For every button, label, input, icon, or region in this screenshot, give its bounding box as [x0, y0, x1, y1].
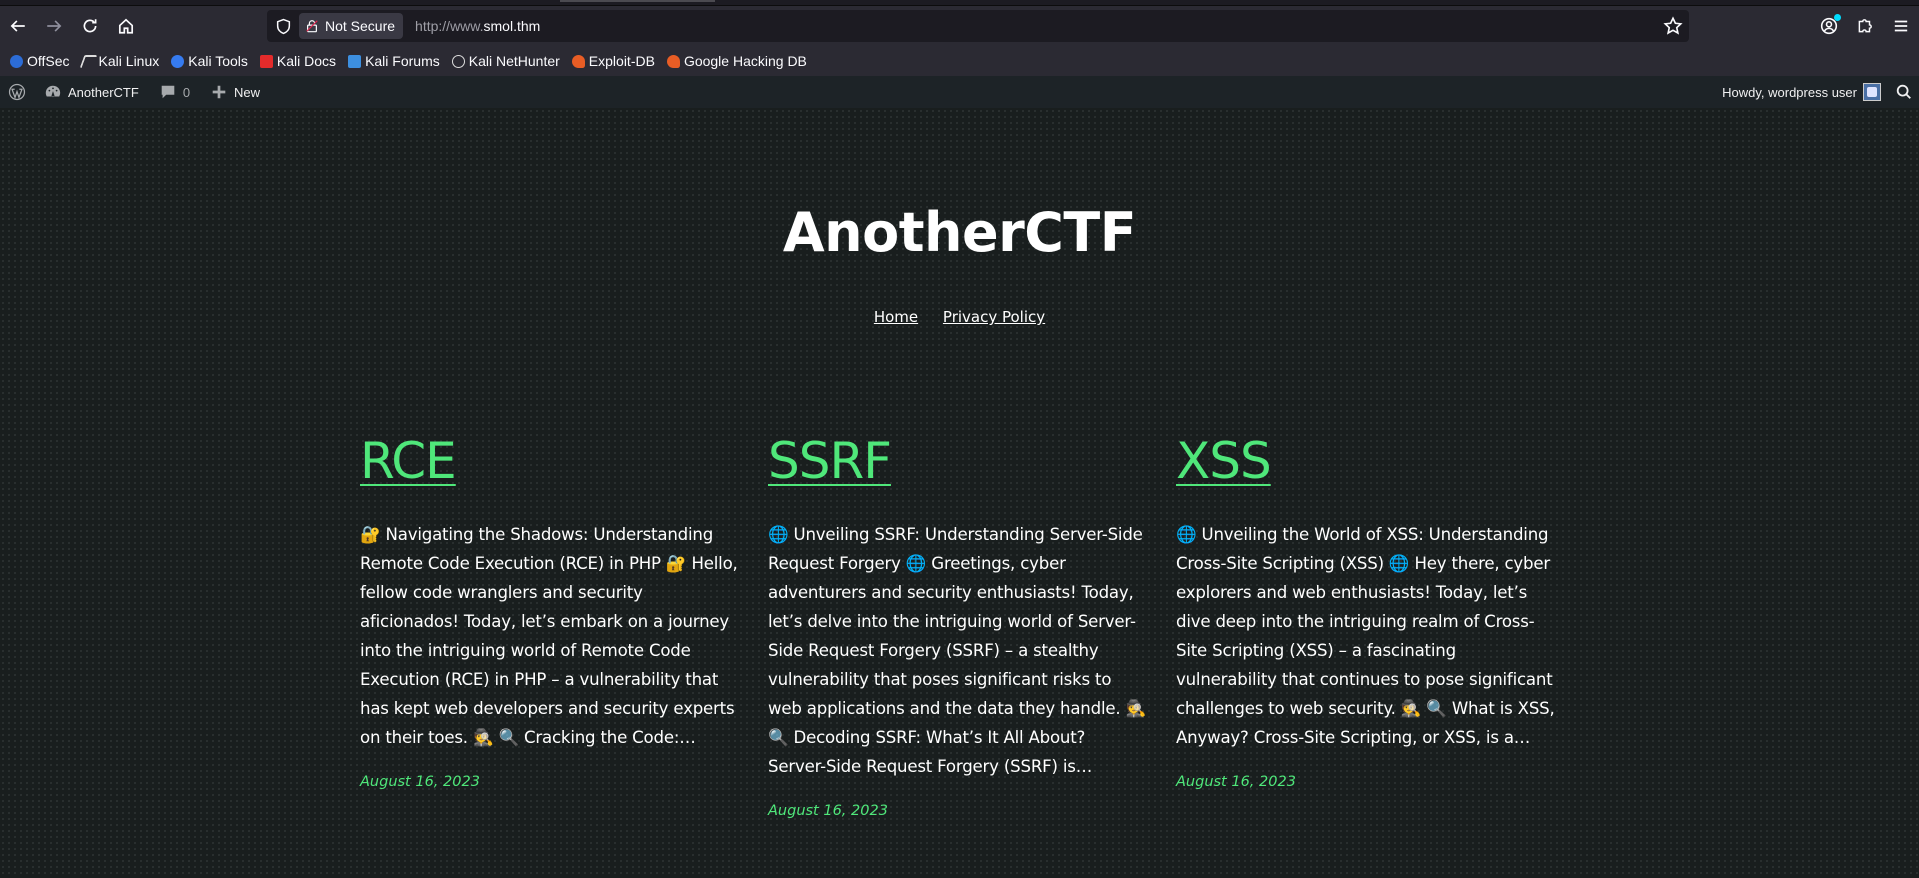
globe-icon: [451, 54, 465, 68]
wordpress-logo-icon: [8, 83, 26, 101]
kali-docs-icon: [259, 54, 273, 68]
post-card: XSS 🌐 Unveiling the World of XSS: Unders…: [1176, 426, 1556, 790]
kali-tools-icon: [171, 54, 185, 68]
bookmark-item[interactable]: Google Hacking DB: [666, 53, 807, 69]
bookmarks-toolbar: OffSec Kali Linux Kali Tools Kali Docs K…: [0, 46, 1919, 76]
search-icon: [1896, 84, 1911, 99]
site-name-label: AnotherCTF: [68, 84, 139, 100]
plus-icon: [212, 85, 226, 99]
bookmark-label: Kali Docs: [276, 53, 337, 69]
wp-admin-bar: AnotherCTF 0 New Howdy, wordpress user: [0, 76, 1919, 108]
new-label: New: [234, 84, 261, 100]
ghdb-icon: [666, 54, 680, 68]
puzzle-icon: [1858, 19, 1872, 33]
bookmark-item[interactable]: Kali Forums: [348, 53, 440, 69]
notification-dot: [1834, 14, 1841, 21]
bookmark-star-icon[interactable]: [1663, 16, 1683, 36]
new-content-menu[interactable]: New: [200, 76, 270, 108]
post-excerpt: 🌐 Unveiling the World of XSS: Understand…: [1176, 525, 1555, 747]
back-arrow-icon: [10, 20, 25, 32]
kali-forums-icon: [348, 54, 362, 68]
search-button[interactable]: [1889, 76, 1919, 108]
forward-arrow-icon: [47, 20, 62, 32]
post-card: SSRF 🌐 Unveiling SSRF: Understanding Ser…: [768, 426, 1148, 819]
site-title[interactable]: AnotherCTF: [0, 201, 1919, 264]
dashboard-icon: [45, 85, 61, 98]
url-host: smol.thm: [483, 18, 541, 34]
site-name-menu[interactable]: AnotherCTF: [34, 76, 149, 108]
offsec-icon: [10, 54, 23, 68]
bookmark-label: Kali Tools: [188, 53, 248, 69]
bookmark-label: Kali Forums: [365, 53, 440, 69]
post-title[interactable]: RCE: [360, 436, 740, 486]
active-tab-indicator: [560, 0, 715, 2]
bookmark-label: Kali NetHunter: [468, 53, 560, 69]
url-bar[interactable]: Not Secure http://www.smol.thm: [267, 10, 1689, 42]
reload-icon: [83, 19, 97, 33]
post-date[interactable]: August 16, 2023: [768, 803, 1148, 819]
avatar: [1863, 83, 1881, 101]
comments-menu[interactable]: 0: [149, 76, 200, 108]
comments-count: 0: [182, 84, 191, 100]
account-button[interactable]: [1811, 10, 1847, 42]
wp-logo-menu[interactable]: [0, 76, 34, 108]
bookmark-label: OffSec: [27, 53, 70, 69]
hamburger-icon: [1894, 20, 1908, 32]
site-page: AnotherCTF Home Privacy Policy RCE 🔐 Nav…: [0, 108, 1919, 878]
greeting-text: Howdy, wordpress user: [1722, 84, 1857, 100]
broken-lock-icon: [306, 20, 318, 33]
shield-icon[interactable]: [267, 18, 299, 35]
not-secure-badge[interactable]: Not Secure: [299, 13, 404, 39]
post-card: RCE 🔐 Navigating the Shadows: Understand…: [360, 426, 740, 790]
nav-link-home[interactable]: Home: [874, 308, 918, 326]
browser-toolbar: Not Secure http://www.smol.thm: [0, 6, 1919, 46]
bookmark-item[interactable]: Kali Tools: [171, 53, 248, 69]
post-date[interactable]: August 16, 2023: [1176, 774, 1556, 790]
bookmark-item[interactable]: Kali Linux: [79, 53, 160, 69]
bookmark-label: Google Hacking DB: [683, 53, 807, 69]
menu-button[interactable]: [1883, 10, 1919, 42]
forward-button[interactable]: [36, 10, 72, 42]
toolbar-right: [1811, 10, 1919, 42]
my-account-menu[interactable]: Howdy, wordpress user: [1712, 76, 1889, 108]
nav-link-privacy-policy[interactable]: Privacy Policy: [943, 308, 1045, 326]
post-title[interactable]: SSRF: [768, 436, 1148, 486]
security-label: Not Secure: [325, 18, 396, 34]
back-button[interactable]: [0, 10, 36, 42]
bookmark-item[interactable]: Kali Docs: [259, 53, 337, 69]
url-text[interactable]: http://www.smol.thm: [415, 18, 540, 34]
reload-button[interactable]: [72, 10, 108, 42]
bookmark-item[interactable]: Exploit-DB: [571, 53, 655, 69]
comment-bubble-icon: [161, 85, 175, 99]
bookmark-item[interactable]: OffSec: [10, 53, 70, 69]
home-button[interactable]: [108, 10, 144, 42]
url-prefix: http://www.: [415, 18, 484, 34]
admin-bar-right: Howdy, wordpress user: [1712, 76, 1919, 108]
bookmark-label: Exploit-DB: [588, 53, 655, 69]
primary-nav: Home Privacy Policy: [0, 308, 1919, 326]
extensions-button[interactable]: [1847, 10, 1883, 42]
post-excerpt: 🔐 Navigating the Shadows: Understanding …: [360, 525, 738, 747]
post-excerpt: 🌐 Unveiling SSRF: Understanding Server-S…: [768, 525, 1146, 776]
kali-dragon-icon: [79, 54, 97, 68]
home-icon: [118, 18, 134, 34]
exploit-db-icon: [571, 54, 585, 68]
bookmark-item[interactable]: Kali NetHunter: [451, 53, 560, 69]
post-date[interactable]: August 16, 2023: [360, 774, 740, 790]
post-title[interactable]: XSS: [1176, 436, 1556, 486]
bookmark-label: Kali Linux: [98, 53, 160, 69]
